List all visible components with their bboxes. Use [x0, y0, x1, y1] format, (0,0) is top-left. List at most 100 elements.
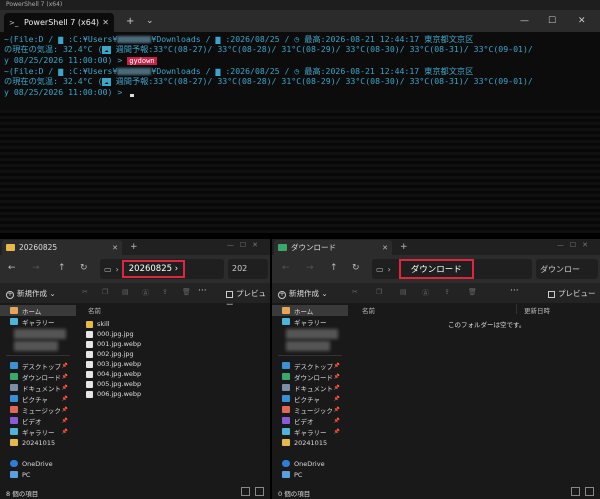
rename-icon[interactable]: Ⓐ [142, 288, 149, 298]
tab-dropdown-icon[interactable]: ⌄ [146, 16, 154, 26]
close-tab-icon[interactable]: ✕ [382, 244, 388, 252]
close-tab-icon[interactable]: ✕ [102, 18, 109, 27]
pin-icon[interactable]: 📌 [334, 407, 340, 413]
details-view-icon[interactable] [571, 487, 580, 496]
new-button[interactable]: + 新規作成 ⌄ [6, 288, 56, 299]
pin-icon[interactable]: 📌 [334, 429, 340, 435]
list-item[interactable]: 006.jpg.webp [86, 389, 141, 399]
copy-icon[interactable]: ❐ [376, 288, 382, 296]
pin-icon[interactable]: 📌 [334, 418, 340, 424]
sidebar-item-music[interactable]: ミュージック 📌 [272, 404, 348, 415]
sidebar-item-pc[interactable]: PC [272, 469, 348, 480]
forward-icon[interactable]: → [306, 263, 314, 273]
maximize-icon[interactable]: ☐ [548, 16, 556, 26]
up-icon[interactable]: ↑ [330, 263, 338, 273]
tiles-view-icon[interactable] [255, 487, 264, 496]
address-bar[interactable]: ▭ › 20260825 › [100, 259, 224, 279]
share-icon[interactable]: ⇪ [444, 288, 450, 296]
new-tab-icon[interactable]: + [400, 242, 408, 252]
new-tab-icon[interactable]: + [126, 16, 134, 27]
forward-icon[interactable]: → [32, 263, 40, 273]
sidebar-item-pictures[interactable]: ピクチャ 📌 [272, 393, 348, 404]
cut-icon[interactable]: ✂ [82, 288, 88, 296]
minimize-icon[interactable]: — [520, 16, 529, 26]
sidebar-item-pc[interactable]: PC [0, 469, 76, 480]
sidebar-item-videos[interactable]: ビデオ 📌 [0, 415, 76, 426]
list-item[interactable]: 001.jpg.webp [86, 339, 141, 349]
explorer-tab[interactable]: ダウンロード ✕ [274, 240, 392, 255]
close-tab-icon[interactable]: ✕ [112, 244, 118, 252]
delete-icon[interactable]: 🗑 [182, 288, 191, 296]
pin-icon[interactable]: 📌 [62, 407, 68, 413]
sidebar-item-documents[interactable]: ドキュメント 📌 [272, 382, 348, 393]
preview-button[interactable]: プレビュー [548, 288, 596, 299]
terminal-output[interactable]: ~(File:D / ▆ :C:¥Users¥ ¥Downloads / ▆ :2… [0, 32, 600, 233]
window-controls[interactable]: —☐✕ [557, 241, 594, 249]
share-icon[interactable]: ⇪ [162, 288, 168, 296]
list-item[interactable]: 004.jpg.webp [86, 369, 141, 379]
pin-icon[interactable]: 📌 [334, 396, 340, 402]
refresh-icon[interactable]: ↻ [80, 263, 88, 273]
pin-icon[interactable]: 📌 [62, 429, 68, 435]
list-item[interactable]: skill [86, 319, 141, 329]
column-header-name[interactable]: 名前 [88, 305, 101, 315]
pin-icon[interactable]: 📌 [334, 363, 340, 369]
list-item[interactable]: 003.jpg.webp [86, 359, 141, 369]
sidebar-item-folder[interactable]: 20241015 [0, 437, 76, 448]
list-item[interactable]: 005.jpg.webp [86, 379, 141, 389]
sidebar-item-desktop[interactable]: デスクトップ 📌 [0, 360, 76, 371]
sidebar-item-gallery[interactable]: ギャラリー [272, 316, 348, 327]
sidebar-item-home[interactable]: ホーム [0, 305, 76, 316]
tiles-view-icon[interactable] [585, 487, 594, 496]
back-icon[interactable]: ← [282, 263, 290, 273]
copy-icon[interactable]: ❐ [102, 288, 108, 296]
sidebar-item-desktop[interactable]: デスクトップ 📌 [272, 360, 348, 371]
new-button[interactable]: + 新規作成 ⌄ [278, 288, 328, 299]
more-options-icon[interactable]: ··· [510, 286, 519, 296]
pin-icon[interactable]: 📌 [334, 374, 340, 380]
sidebar-item-gallery-pinned[interactable]: ギャラリー 📌 [272, 426, 348, 437]
list-item[interactable]: 002.jpg.jpg [86, 349, 141, 359]
column-separator[interactable] [516, 304, 517, 314]
column-header-name[interactable]: 名前 [362, 305, 375, 315]
search-input[interactable]: ダウンロー [536, 259, 598, 279]
pin-icon[interactable]: 📌 [62, 374, 68, 380]
refresh-icon[interactable]: ↻ [352, 263, 360, 273]
paste-icon[interactable]: ▤ [400, 288, 407, 296]
breadcrumb-current[interactable]: ダウンロード [398, 259, 474, 279]
sidebar-item-gallery-pinned[interactable]: ギャラリー 📌 [0, 426, 76, 437]
sidebar-item-home[interactable]: ホーム [272, 305, 348, 316]
close-window-icon[interactable]: ✕ [578, 16, 586, 26]
sidebar-item-onedrive[interactable]: OneDrive [272, 458, 348, 469]
pin-icon[interactable]: 📌 [334, 385, 340, 391]
new-tab-icon[interactable]: + [130, 242, 138, 252]
column-header-date[interactable]: 更新日時 [524, 305, 550, 315]
more-options-icon[interactable]: ··· [198, 286, 207, 296]
window-controls[interactable]: —☐✕ [227, 241, 264, 249]
breadcrumb-current[interactable]: 20260825 › [121, 260, 186, 278]
pin-icon[interactable]: 📌 [62, 385, 68, 391]
paste-icon[interactable]: ▤ [122, 288, 129, 296]
pin-icon[interactable]: 📌 [62, 396, 68, 402]
sidebar-item-downloads[interactable]: ダウンロード 📌 [272, 371, 348, 382]
list-item[interactable]: 000.jpg.jpg [86, 329, 141, 339]
address-bar[interactable]: ▭ › ダウンロード [372, 259, 532, 279]
up-icon[interactable]: ↑ [58, 263, 66, 273]
sidebar-item-downloads[interactable]: ダウンロード 📌 [0, 371, 76, 382]
back-icon[interactable]: ← [8, 263, 16, 273]
search-input[interactable]: 202 [228, 259, 268, 279]
sidebar-item-pictures[interactable]: ピクチャ 📌 [0, 393, 76, 404]
sidebar-item-gallery[interactable]: ギャラリー [0, 316, 76, 327]
pin-icon[interactable]: 📌 [62, 363, 68, 369]
cut-icon[interactable]: ✂ [352, 288, 358, 296]
sidebar-item-onedrive[interactable]: OneDrive [0, 458, 76, 469]
sidebar-item-documents[interactable]: ドキュメント 📌 [0, 382, 76, 393]
pin-icon[interactable]: 📌 [62, 418, 68, 424]
sidebar-item-folder[interactable]: 20241015 [272, 437, 348, 448]
explorer-tab[interactable]: 20260825 ✕ [2, 240, 122, 255]
terminal-tab[interactable]: >_ PowerShell 7 (x64) ✕ [4, 13, 114, 32]
rename-icon[interactable]: Ⓐ [422, 288, 429, 298]
sidebar-item-videos[interactable]: ビデオ 📌 [272, 415, 348, 426]
delete-icon[interactable]: 🗑 [468, 288, 477, 296]
sidebar-item-music[interactable]: ミュージック 📌 [0, 404, 76, 415]
